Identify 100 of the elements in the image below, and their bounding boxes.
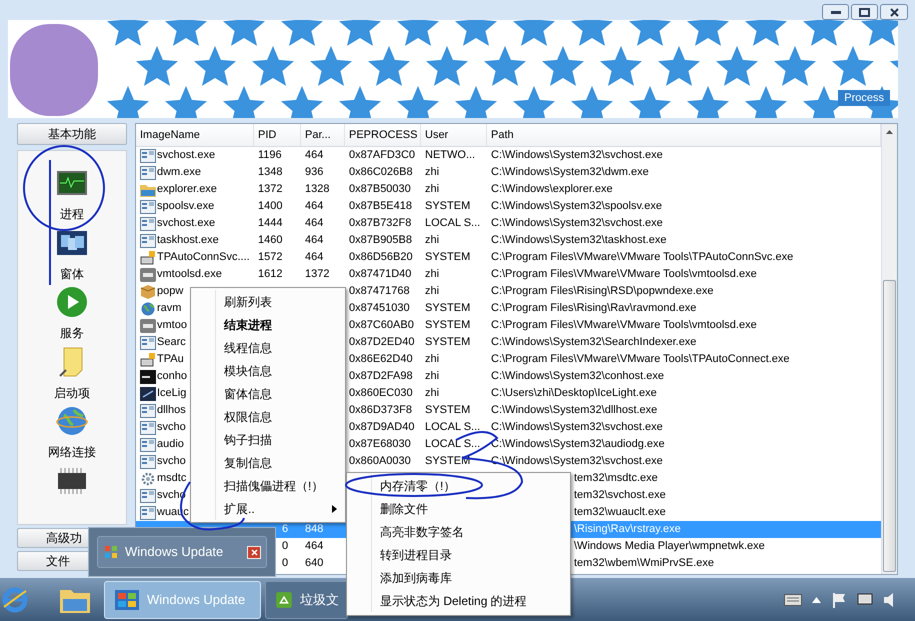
menu-item[interactable]: 窗体信息 [216,382,345,405]
window-icon [140,200,156,214]
preview-title-bar[interactable]: Windows Update [97,536,267,568]
table-cell-text: 1460 [258,233,282,248]
monitor-icon[interactable] [857,592,873,608]
table-cell-text: 0x860EC030 [349,386,413,402]
table-cell-text: 0x87471D40 [349,267,412,282]
table-cell-text: SYSTEM [425,250,470,266]
menu-item[interactable]: 线程信息 [216,336,345,359]
menu-item[interactable]: 刷新列表 [216,290,345,313]
table-cell-text: msdtc [157,471,186,486]
table-cell-text: 640 [305,556,324,572]
table-cell-text: svcho [157,420,186,436]
window-icon [140,488,156,502]
table-cell-text: 464 [305,199,324,214]
table-cell-text: 464 [305,148,324,164]
table-cell-text: ravm [157,301,182,316]
window-icon [140,166,156,180]
menu-item[interactable]: 添加到病毒库 [372,566,570,589]
table-cell-text: 0x87B50030 [349,182,411,198]
table-cell-text: 1612 [258,267,282,282]
minimize-button[interactable] [822,4,849,20]
scrollbar[interactable] [881,124,897,574]
table-cell-text: explorer.exe [157,182,217,198]
table-cell-text: 464 [305,539,324,554]
table-cell-text: 1196 [258,148,282,164]
table-cell-text: TPAu [157,352,184,368]
table-cell-text: 1372 [305,267,330,282]
table-cell-text: 0x87B732F8 [349,216,412,232]
menu-item[interactable]: 钩子扫描 [216,428,345,451]
column-header[interactable]: ImageName [136,124,254,146]
window-icon [140,454,156,468]
table-cell-text: \Rising\Rav\rstray.exe [574,522,681,538]
maximize-icon [859,8,870,16]
flag-icon[interactable] [831,592,847,608]
sidebar-item[interactable]: 服务 [60,324,84,342]
caret-up-icon[interactable] [812,596,821,602]
table-cell-text: C:\Windows\System32\svchost.exe [491,454,663,470]
menu-item[interactable]: 复制信息 [216,451,345,474]
browser-icon[interactable] [2,584,28,614]
tab-button[interactable]: 基本功能 [17,123,127,145]
keyboard-icon[interactable] [784,594,802,606]
table-cell-text: SYSTEM [425,335,470,350]
table-cell-text: zhi [425,165,440,180]
menu-item[interactable]: 转到进程目录 [372,543,570,566]
table-cell-text: 464 [305,216,324,232]
table-cell-text: 464 [305,250,324,266]
table-cell-text: IceLig [157,386,186,402]
column-header[interactable]: User [421,124,487,146]
menu-item[interactable]: 显示状态为 Deleting 的进程 [372,589,570,612]
table-cell-text: C:\Windows\System32\SearchIndexer.exe [491,335,696,350]
taskbar-button[interactable]: 垃圾文 [265,580,348,618]
menu-item[interactable]: 权限信息 [216,405,345,428]
table-cell-text: \Windows Media Player\wmpnetwk.exe [574,539,765,554]
table-cell-text: SYSTEM [425,318,470,334]
table-cell-text: zhi [425,386,440,402]
menu-item[interactable]: 内存清零（!） [372,474,570,497]
table-cell-text: taskhost.exe [157,233,219,248]
table-cell-text: SYSTEM [425,199,470,214]
menu-item[interactable]: 扩展.. [216,497,345,520]
menu-item[interactable]: 删除文件 [372,497,570,520]
column-header[interactable]: PID [254,124,301,146]
menu-item[interactable]: 结束进程 [216,313,345,336]
table-cell-text: 0x87C60AB0 [349,318,414,334]
menu-item[interactable]: 高亮非数字签名 [372,520,570,543]
table-cell-text: 0x87451030 [349,301,410,316]
window-icon [140,234,156,248]
table-cell-text: 0x86C026B8 [349,165,413,180]
maximize-button[interactable] [851,4,878,20]
table-cell-text: popw [157,284,184,300]
table-cell-text: C:\Windows\System32\svchost.exe [491,216,663,232]
table-cell-text: TPAutoConnSvc.... [157,250,250,266]
table-cell-text: 0x87B905B8 [349,233,412,248]
table-cell-text: 0x87AFD3C0 [349,148,416,164]
sidebar-item[interactable]: 进程 [60,205,84,223]
table-cell-text: svchost.exe [157,216,216,232]
scroll-thumb[interactable] [883,280,896,572]
table-cell-text: svchost.exe [157,148,216,164]
table-cell-text: C:\Users\zhi\Desktop\IceLight.exe [491,386,657,402]
column-header[interactable]: PEPROCESS [345,124,421,146]
close-button[interactable] [880,4,908,20]
table-cell-text: 0 [282,539,288,554]
table-cell-text: Searc [157,335,186,350]
table-cell-text: C:\Windows\System32\taskhost.exe [491,233,666,248]
table-cell-text: C:\Program Files\VMware\VMware Tools\vmtoolsd.exe [491,267,757,282]
table-cell-text: 1572 [258,250,282,266]
square-icon [140,318,156,332]
table-cell-text: 0x860A0030 [349,454,411,470]
table-cell-text: 0x86E62D40 [349,352,413,368]
sidebar-item[interactable]: 启动项 [54,384,90,402]
menu-item[interactable]: 扫描傀儡进程（!） [216,474,345,497]
globe-icon [140,302,156,316]
column-header[interactable]: Par... [301,124,345,146]
table-cell-text: tem32\svchost.exe [574,488,666,504]
menu-item[interactable]: 模块信息 [216,359,345,382]
preview-title: Windows Update [125,543,224,562]
table-cell-text: 0x86D373F8 [349,403,412,418]
sidebar-item[interactable]: 窗体 [60,264,84,282]
window-icon [140,404,156,418]
sidebar-item[interactable]: 网络连接 [48,443,96,461]
